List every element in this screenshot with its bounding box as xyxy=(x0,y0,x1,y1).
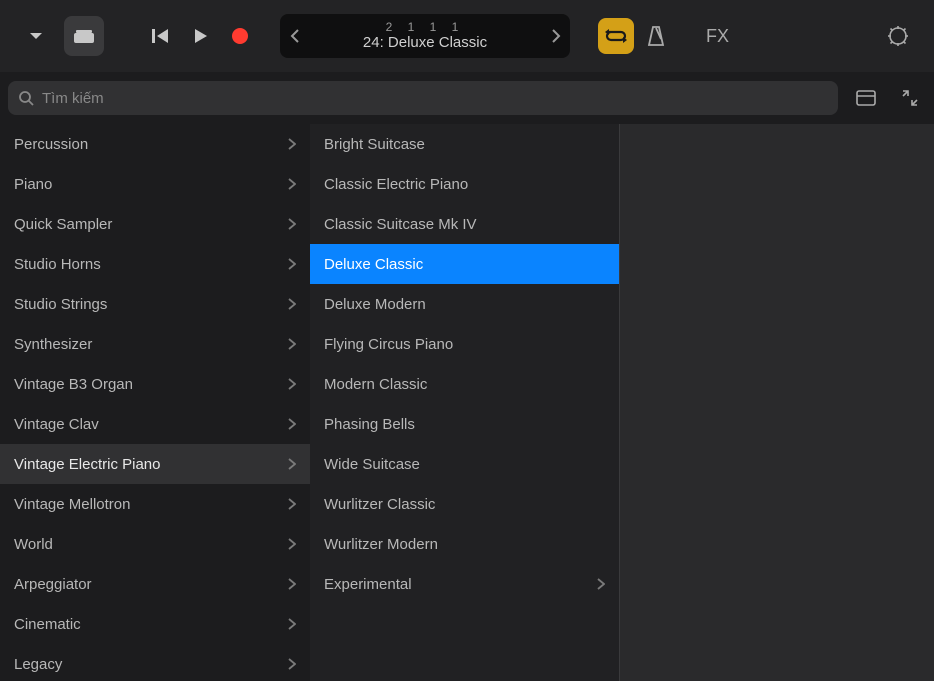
chevron-right-icon xyxy=(288,578,296,590)
category-item[interactable]: Arpeggiator xyxy=(0,564,310,604)
chevron-right-icon xyxy=(288,418,296,430)
display-preset-name: 24: Deluxe Classic xyxy=(308,34,542,52)
chevron-right-icon xyxy=(288,498,296,510)
category-item[interactable]: Percussion xyxy=(0,124,310,164)
category-item[interactable]: Legacy xyxy=(0,644,310,681)
category-label: Vintage Mellotron xyxy=(14,496,130,513)
play-button[interactable] xyxy=(194,28,208,44)
preset-item[interactable]: Phasing Bells xyxy=(310,404,619,444)
settings-button[interactable] xyxy=(878,16,918,56)
category-label: Cinematic xyxy=(14,616,81,633)
record-button[interactable] xyxy=(232,28,248,44)
chevron-right-icon xyxy=(288,178,296,190)
preset-label: Classic Electric Piano xyxy=(324,176,468,193)
category-label: Synthesizer xyxy=(14,336,92,353)
preset-label: Flying Circus Piano xyxy=(324,336,453,353)
preset-label: Phasing Bells xyxy=(324,416,415,433)
search-input[interactable] xyxy=(42,90,828,107)
preset-label: Modern Classic xyxy=(324,376,427,393)
category-label: Legacy xyxy=(14,656,62,673)
preset-label: Wurlitzer Classic xyxy=(324,496,435,513)
category-label: Studio Strings xyxy=(14,296,107,313)
fx-button[interactable]: FX xyxy=(706,26,729,47)
right-tools: FX xyxy=(598,18,757,54)
chevron-right-icon xyxy=(288,138,296,150)
category-label: Percussion xyxy=(14,136,88,153)
chevron-right-icon xyxy=(288,538,296,550)
category-label: Quick Sampler xyxy=(14,216,112,233)
preset-item[interactable]: Bright Suitcase xyxy=(310,124,619,164)
preset-item[interactable]: Deluxe Modern xyxy=(310,284,619,324)
preset-display: 2 1 1 1 24: Deluxe Classic xyxy=(280,14,570,58)
prev-preset-button[interactable] xyxy=(280,14,308,58)
chevron-right-icon xyxy=(288,298,296,310)
preset-item[interactable]: Wurlitzer Classic xyxy=(310,484,619,524)
collapse-button[interactable] xyxy=(894,82,926,114)
preset-label: Bright Suitcase xyxy=(324,136,425,153)
transport-controls xyxy=(152,28,248,44)
category-item[interactable]: Vintage Clav xyxy=(0,404,310,444)
preset-column: Bright Suitcase Classic Electric Piano Cla… xyxy=(310,124,620,681)
category-item[interactable]: Vintage B3 Organ xyxy=(0,364,310,404)
chevron-right-icon xyxy=(597,578,605,590)
category-item[interactable]: Studio Horns xyxy=(0,244,310,284)
category-label: World xyxy=(14,536,53,553)
top-toolbar: 2 1 1 1 24: Deluxe Classic FX xyxy=(0,0,934,72)
preset-label: Experimental xyxy=(324,576,412,593)
preset-item[interactable]: Classic Suitcase Mk IV xyxy=(310,204,619,244)
search-row xyxy=(0,72,934,124)
preset-label: Deluxe Modern xyxy=(324,296,426,313)
preset-label: Wurlitzer Modern xyxy=(324,536,438,553)
category-label: Studio Horns xyxy=(14,256,101,273)
rewind-button[interactable] xyxy=(152,28,170,44)
display-counter: 2 1 1 1 xyxy=(308,20,542,34)
preset-label: Deluxe Classic xyxy=(324,256,423,273)
search-field-wrap[interactable] xyxy=(8,81,838,115)
chevron-right-icon xyxy=(288,218,296,230)
category-item[interactable]: Vintage Electric Piano xyxy=(0,444,310,484)
category-label: Arpeggiator xyxy=(14,576,92,593)
category-item[interactable]: Synthesizer xyxy=(0,324,310,364)
view-toggle-button[interactable] xyxy=(850,82,882,114)
category-item[interactable]: Studio Strings xyxy=(0,284,310,324)
preset-item[interactable]: Wide Suitcase xyxy=(310,444,619,484)
preset-item[interactable]: Deluxe Classic xyxy=(310,244,619,284)
chevron-right-icon xyxy=(288,338,296,350)
category-item[interactable]: Vintage Mellotron xyxy=(0,484,310,524)
cycle-button[interactable] xyxy=(598,18,634,54)
preset-label: Classic Suitcase Mk IV xyxy=(324,216,477,233)
search-icon xyxy=(18,90,34,106)
next-preset-button[interactable] xyxy=(542,14,570,58)
preset-item[interactable]: Classic Electric Piano xyxy=(310,164,619,204)
preset-label: Wide Suitcase xyxy=(324,456,420,473)
category-item[interactable]: Cinematic xyxy=(0,604,310,644)
preset-item[interactable]: Experimental xyxy=(310,564,619,604)
browser-columns: Percussion Piano Quick Sampler Studio Horns… xyxy=(0,124,934,681)
library-button[interactable] xyxy=(64,16,104,56)
category-label: Vintage Electric Piano xyxy=(14,456,160,473)
display-readout[interactable]: 2 1 1 1 24: Deluxe Classic xyxy=(308,20,542,52)
chevron-right-icon xyxy=(288,658,296,670)
category-label: Piano xyxy=(14,176,52,193)
preset-item[interactable]: Wurlitzer Modern xyxy=(310,524,619,564)
category-label: Vintage Clav xyxy=(14,416,99,433)
category-label: Vintage B3 Organ xyxy=(14,376,133,393)
chevron-right-icon xyxy=(288,618,296,630)
category-column: Percussion Piano Quick Sampler Studio Horns… xyxy=(0,124,310,681)
preset-item[interactable]: Flying Circus Piano xyxy=(310,324,619,364)
category-item[interactable]: Piano xyxy=(0,164,310,204)
dropdown-button[interactable] xyxy=(16,16,56,56)
category-item[interactable]: Quick Sampler xyxy=(0,204,310,244)
category-item[interactable]: World xyxy=(0,524,310,564)
detail-column xyxy=(620,124,934,681)
preset-item[interactable]: Modern Classic xyxy=(310,364,619,404)
chevron-right-icon xyxy=(288,378,296,390)
metronome-button[interactable] xyxy=(646,25,666,47)
chevron-right-icon xyxy=(288,458,296,470)
chevron-right-icon xyxy=(288,258,296,270)
